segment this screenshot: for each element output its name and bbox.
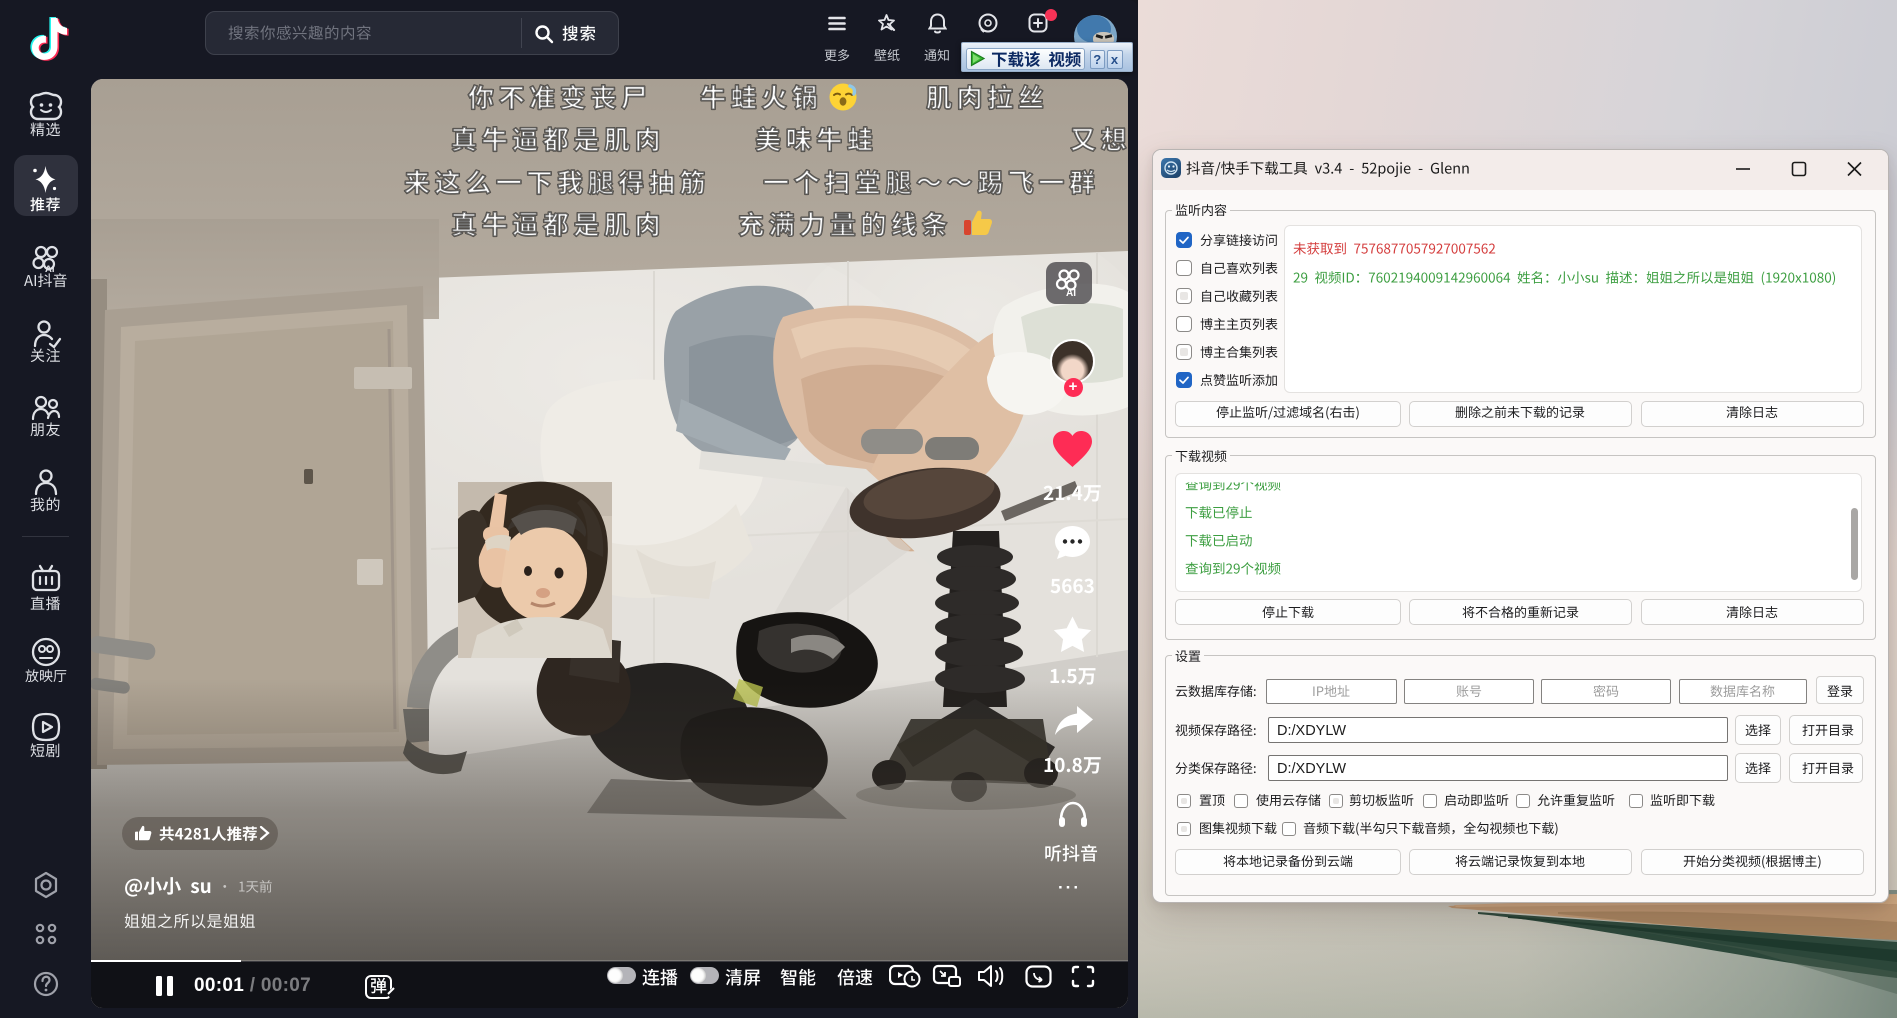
svg-text:AI: AI: [1066, 288, 1076, 299]
